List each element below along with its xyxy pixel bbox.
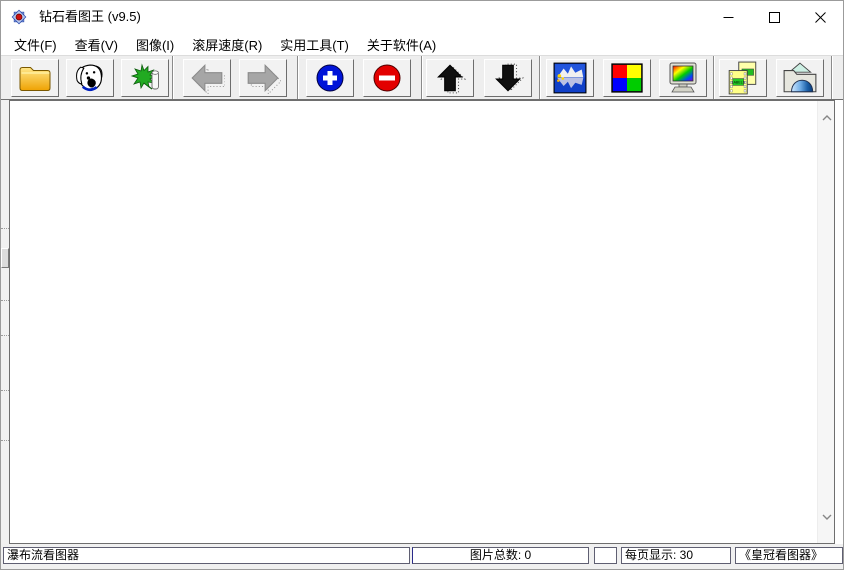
app-window: 钻石看图王 (v9.5) 文件(F) 查看(V) 图像(I) 滚屏速度 bbox=[0, 0, 844, 570]
toolbar-separator bbox=[297, 56, 299, 99]
toolbar-separator bbox=[831, 56, 833, 99]
toolbar-button-zoom-out[interactable] bbox=[363, 59, 411, 97]
minimize-icon bbox=[723, 12, 734, 23]
chevron-up-icon bbox=[822, 115, 832, 121]
close-icon bbox=[815, 12, 826, 23]
status-per-page: 每页显示: 30 bbox=[621, 547, 731, 564]
toolbar-button-import-folder[interactable] bbox=[776, 59, 824, 97]
scrollbar-up-button[interactable] bbox=[818, 109, 835, 126]
forward-arrow-icon bbox=[245, 62, 281, 94]
labels-film-icon: LABELS bbox=[727, 61, 759, 95]
menu-scroll-speed[interactable]: 滚屏速度(R) bbox=[183, 33, 271, 56]
toolbar-button-back[interactable] bbox=[183, 59, 231, 97]
dog-mascot-icon bbox=[73, 62, 107, 95]
maximize-button[interactable] bbox=[751, 1, 797, 33]
toolbar-button-labels[interactable]: LABELS bbox=[719, 59, 767, 97]
menu-about[interactable]: 关于软件(A) bbox=[358, 33, 445, 56]
toolbar-button-leaf-scroll[interactable] bbox=[121, 59, 169, 97]
slider-tick bbox=[1, 440, 9, 441]
toolbar-button-forward[interactable] bbox=[239, 59, 287, 97]
page-down-icon bbox=[491, 62, 525, 94]
zoom-out-icon bbox=[371, 62, 403, 94]
scroll-speed-slider[interactable] bbox=[1, 100, 9, 544]
maximize-icon bbox=[769, 12, 780, 23]
labels-icon-text: LABELS bbox=[731, 82, 745, 86]
window-title: 钻石看图王 (v9.5) bbox=[39, 1, 141, 33]
status-total-images: 图片总数: 0 bbox=[412, 547, 589, 564]
vertical-scrollbar[interactable] bbox=[817, 101, 834, 543]
toolbar-separator bbox=[713, 56, 715, 99]
app-icon bbox=[11, 9, 27, 25]
image-viewer-area bbox=[9, 100, 835, 544]
slider-tick bbox=[1, 390, 9, 391]
status-bar: 瀑布流看图器 图片总数: 0 每页显示: 30 《皇冠看图器》 bbox=[1, 544, 844, 570]
toolbar-separator bbox=[172, 56, 174, 99]
scrollbar-down-button[interactable] bbox=[818, 508, 835, 525]
toolbar-button-page-up[interactable] bbox=[426, 59, 474, 97]
menu-bar: 文件(F) 查看(V) 图像(I) 滚屏速度(R) 实用工具(T) 关于软件(A… bbox=[1, 33, 843, 55]
close-button[interactable] bbox=[797, 1, 843, 33]
status-viewer-name: 瀑布流看图器 bbox=[3, 547, 410, 564]
toolbar-button-monitor-colors[interactable] bbox=[659, 59, 707, 97]
color-tiles-icon bbox=[611, 63, 643, 93]
open-folder-icon bbox=[17, 63, 53, 93]
toolbar-separator bbox=[539, 56, 541, 99]
zoom-in-icon bbox=[314, 62, 346, 94]
menu-view[interactable]: 查看(V) bbox=[66, 33, 127, 56]
toolbar-separator bbox=[421, 56, 423, 99]
slider-thumb[interactable] bbox=[1, 248, 9, 268]
toolbar-button-zoom-in[interactable] bbox=[306, 59, 354, 97]
toolbar-button-dog-viewer[interactable] bbox=[66, 59, 114, 97]
status-spacer bbox=[594, 547, 617, 564]
status-brand: 《皇冠看图器》 bbox=[735, 547, 843, 564]
leaf-scroll-icon bbox=[128, 62, 162, 94]
menu-tools[interactable]: 实用工具(T) bbox=[271, 33, 358, 56]
toolbar-button-page-down[interactable] bbox=[484, 59, 532, 97]
toolbar-button-color-tiles[interactable] bbox=[603, 59, 651, 97]
page-up-icon bbox=[433, 62, 467, 94]
menu-image[interactable]: 图像(I) bbox=[127, 33, 183, 56]
monitor-colors-icon bbox=[666, 62, 700, 94]
slider-tick bbox=[1, 228, 9, 229]
title-bar: 钻石看图王 (v9.5) bbox=[1, 1, 843, 33]
menu-file[interactable]: 文件(F) bbox=[5, 33, 66, 56]
slider-tick bbox=[1, 300, 9, 301]
chevron-down-icon bbox=[822, 514, 832, 520]
photo-view-icon bbox=[553, 62, 587, 94]
toolbar: LABELS bbox=[1, 55, 843, 100]
back-arrow-icon bbox=[189, 62, 225, 94]
window-controls bbox=[705, 1, 843, 33]
import-folder-icon bbox=[782, 62, 818, 94]
slider-tick bbox=[1, 335, 9, 336]
toolbar-button-photo-view[interactable] bbox=[546, 59, 594, 97]
toolbar-button-open-folder[interactable] bbox=[11, 59, 59, 97]
minimize-button[interactable] bbox=[705, 1, 751, 33]
diamond-star-icon bbox=[11, 9, 27, 25]
